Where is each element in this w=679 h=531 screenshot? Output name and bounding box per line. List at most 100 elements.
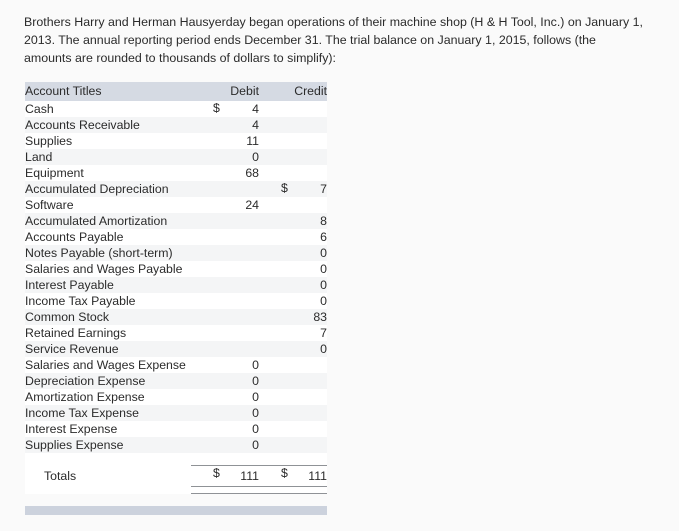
- table-row: Interest Payable 0: [25, 276, 327, 293]
- debit-cell: 0: [252, 373, 259, 388]
- table-row: Retained Earnings 7: [25, 324, 327, 341]
- table-row: Accounts Payable 6: [25, 228, 327, 245]
- debit-cell: 0: [252, 437, 259, 452]
- account-title-cell: Interest Expense: [25, 421, 118, 436]
- debit-cell: 68: [245, 165, 259, 180]
- table-row: Cash $4: [25, 100, 327, 117]
- account-title-cell: Salaries and Wages Payable: [25, 261, 183, 276]
- debit-cell: [191, 261, 259, 277]
- account-title-cell: Notes Payable (short-term): [25, 245, 173, 260]
- debit-cell: 0: [252, 421, 259, 436]
- debit-cell: [191, 325, 259, 341]
- table-header: Account Titles Debit Credit: [25, 81, 327, 101]
- credit-cell: [259, 197, 327, 213]
- table-row: Service Revenue 0: [25, 340, 327, 357]
- account-title-cell: Supplies Expense: [25, 437, 124, 452]
- totals-double-rule-row: [25, 486, 327, 495]
- table-row: Depreciation Expense 0: [25, 372, 327, 389]
- credit-cell: [259, 373, 327, 389]
- trial-balance-table-wrapper: Account Titles Debit Credit Cash $4 Accoun…: [25, 81, 327, 495]
- credit-cell: [259, 133, 327, 149]
- account-title-cell: Interest Payable: [25, 277, 114, 292]
- debit-cell: [191, 229, 259, 245]
- double-rule-spacer: [25, 487, 191, 494]
- debit-cell: 0: [252, 149, 259, 164]
- account-title-cell: Land: [25, 149, 53, 164]
- account-title-cell: Retained Earnings: [25, 325, 127, 340]
- table-row: Common Stock 83: [25, 308, 327, 325]
- account-title-cell: Income Tax Expense: [25, 405, 139, 420]
- currency-symbol: $: [213, 466, 220, 481]
- credit-cell: [259, 405, 327, 421]
- credit-cell: 0: [320, 341, 327, 356]
- double-rule-debit: [191, 486, 259, 495]
- table-row: Income Tax Payable 0: [25, 292, 327, 309]
- table-header-row: Account Titles Debit Credit: [25, 81, 327, 101]
- table-row: Income Tax Expense 0: [25, 404, 327, 421]
- credit-cell: [259, 149, 327, 165]
- debit-cell: 11: [246, 133, 259, 148]
- table-row: Supplies 11: [25, 132, 327, 149]
- credit-cell: [259, 117, 327, 133]
- credit-cell: 0: [320, 245, 327, 260]
- account-title-cell: Service Revenue: [25, 341, 119, 356]
- table-row: Equipment 68: [25, 164, 327, 181]
- table-row: Notes Payable (short-term) 0: [25, 244, 327, 261]
- account-title-cell: Salaries and Wages Expense: [25, 357, 186, 372]
- column-header-account-titles: Account Titles: [25, 81, 191, 101]
- debit-cell: [191, 277, 259, 293]
- credit-cell: 8: [320, 213, 327, 228]
- credit-cell: 0: [320, 293, 327, 308]
- credit-cell: 7: [320, 325, 327, 340]
- debit-cell: 0: [252, 405, 259, 420]
- credit-cell: [259, 357, 327, 373]
- totals-spacer-row: [25, 452, 327, 466]
- debit-cell: $4: [213, 100, 259, 116]
- account-title-cell: Accumulated Depreciation: [25, 181, 169, 196]
- currency-symbol: $: [281, 466, 288, 481]
- currency-symbol: $: [213, 100, 220, 115]
- table-row: Interest Expense 0: [25, 420, 327, 437]
- debit-cell: [191, 213, 259, 229]
- credit-cell: [259, 437, 327, 453]
- credit-cell: 0: [320, 261, 327, 276]
- problem-intro-paragraph: Brothers Harry and Herman Hausyerday beg…: [24, 15, 643, 66]
- table-row: Salaries and Wages Expense 0: [25, 356, 327, 373]
- debit-cell: 4: [252, 117, 259, 132]
- account-title-cell: Accounts Payable: [25, 229, 124, 244]
- table-row: Software 24: [25, 196, 327, 213]
- debit-cell: [191, 293, 259, 309]
- column-header-credit: Credit: [259, 81, 327, 101]
- account-title-cell: Income Tax Payable: [25, 293, 136, 308]
- account-title-cell: Software: [25, 197, 74, 212]
- account-title-cell: Accounts Receivable: [25, 117, 140, 132]
- credit-cell: 6: [320, 229, 327, 244]
- debit-cell: [191, 341, 259, 357]
- table-row: Salaries and Wages Payable 0: [25, 260, 327, 277]
- account-title-cell: Accumulated Amortization: [25, 213, 168, 228]
- debit-cell: 0: [252, 389, 259, 404]
- credit-cell: [259, 421, 327, 437]
- column-header-debit: Debit: [191, 81, 259, 101]
- credit-cell: $7: [281, 180, 327, 196]
- credit-cell: [259, 165, 327, 181]
- page-container: Brothers Harry and Herman Hausyerday beg…: [0, 0, 679, 531]
- double-rule-credit: [259, 486, 327, 495]
- debit-cell: 24: [245, 197, 259, 212]
- table-row: Accumulated Amortization 8: [25, 212, 327, 229]
- spacer-cell: [259, 453, 327, 466]
- table-row: Supplies Expense 0: [25, 436, 327, 453]
- account-title-cell: Supplies: [25, 133, 73, 148]
- account-title-cell: Depreciation Expense: [25, 373, 146, 388]
- credit-cell: 0: [320, 277, 327, 292]
- account-title-cell: Amortization Expense: [25, 389, 145, 404]
- table-row: Accounts Receivable 4: [25, 116, 327, 133]
- trial-balance-table: Account Titles Debit Credit Cash $4 Accoun…: [25, 81, 327, 495]
- credit-cell: [259, 101, 327, 117]
- table-row: Accumulated Depreciation $7: [25, 180, 327, 197]
- credit-cell: [259, 389, 327, 405]
- debit-cell: [191, 181, 259, 197]
- totals-label: Totals: [44, 469, 77, 484]
- totals-debit-cell: $111: [191, 465, 259, 487]
- spacer-cell: [25, 453, 191, 466]
